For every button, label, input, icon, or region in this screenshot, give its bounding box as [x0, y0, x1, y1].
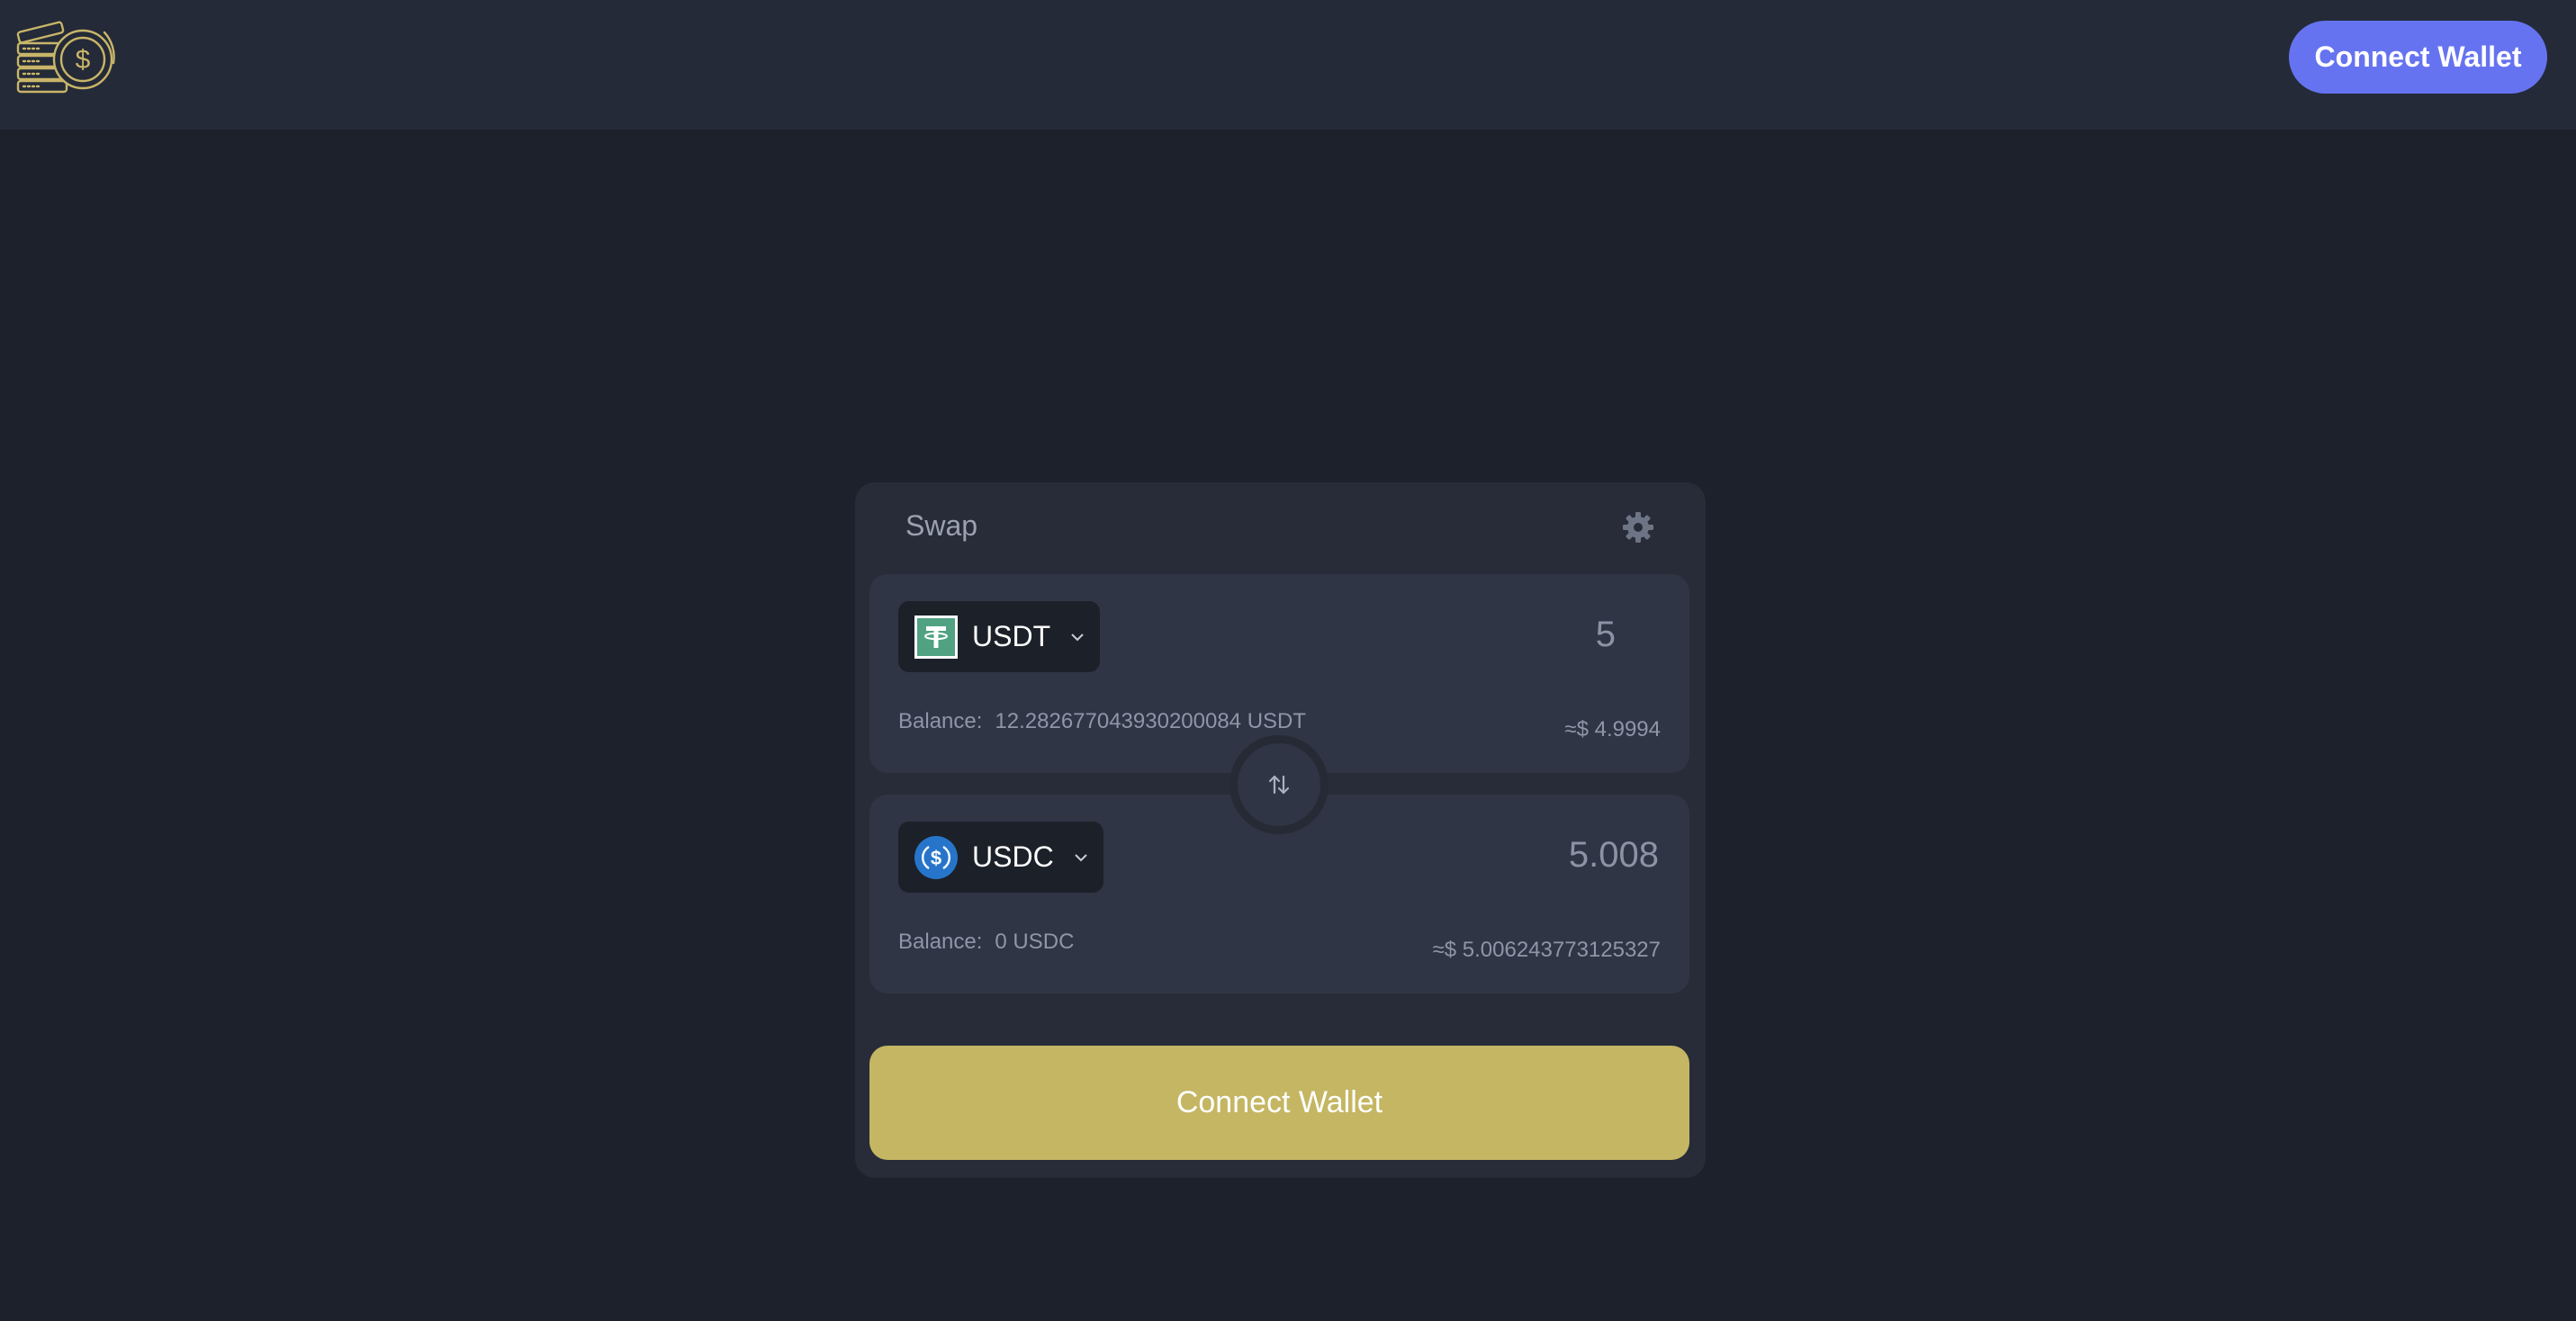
to-token-symbol: USDC — [972, 840, 1054, 873]
connect-wallet-button[interactable]: Connect Wallet — [869, 1046, 1689, 1160]
tether-icon — [914, 615, 958, 659]
from-token-symbol: USDT — [972, 620, 1051, 652]
from-balance-value: 12.282677043930200084 USDT — [995, 709, 1307, 733]
from-token-selector[interactable]: USDT — [898, 601, 1100, 672]
gear-icon[interactable] — [1620, 509, 1656, 545]
from-balance-label: Balance: — [898, 709, 983, 733]
to-balance-label: Balance: — [898, 930, 983, 954]
svg-text:$: $ — [931, 847, 941, 869]
swap-title: Swap — [905, 509, 978, 542]
from-amount-input[interactable] — [1344, 607, 1617, 662]
swap-card: Swap USDT 5 Balance: 12.2826770439302000… — [855, 482, 1706, 1178]
header-connect-wallet-button[interactable]: Connect Wallet — [2289, 21, 2547, 94]
svg-text:$: $ — [76, 45, 91, 75]
to-usd-value: ≈$ 5.006243773125327 — [1432, 938, 1661, 962]
chevron-down-icon — [1071, 633, 1084, 641]
to-amount-input[interactable] — [1387, 827, 1661, 883]
switch-tokens-button[interactable] — [1238, 743, 1320, 826]
top-navbar: $ Connect Wallet — [0, 0, 2576, 130]
chevron-down-icon — [1074, 853, 1087, 861]
coins-dollar-icon[interactable]: $ — [14, 13, 121, 95]
from-usd-value: ≈$ 4.9994 — [1564, 717, 1661, 741]
usdc-icon: $ — [914, 835, 958, 879]
from-balance: Balance: 12.282677043930200084 USDT — [898, 709, 1306, 734]
to-balance: Balance: 0 USDC — [898, 930, 1074, 955]
to-token-selector[interactable]: $ USDC — [898, 822, 1103, 893]
to-balance-value: 0 USDC — [995, 930, 1075, 954]
swap-arrows-icon — [1268, 775, 1290, 795]
